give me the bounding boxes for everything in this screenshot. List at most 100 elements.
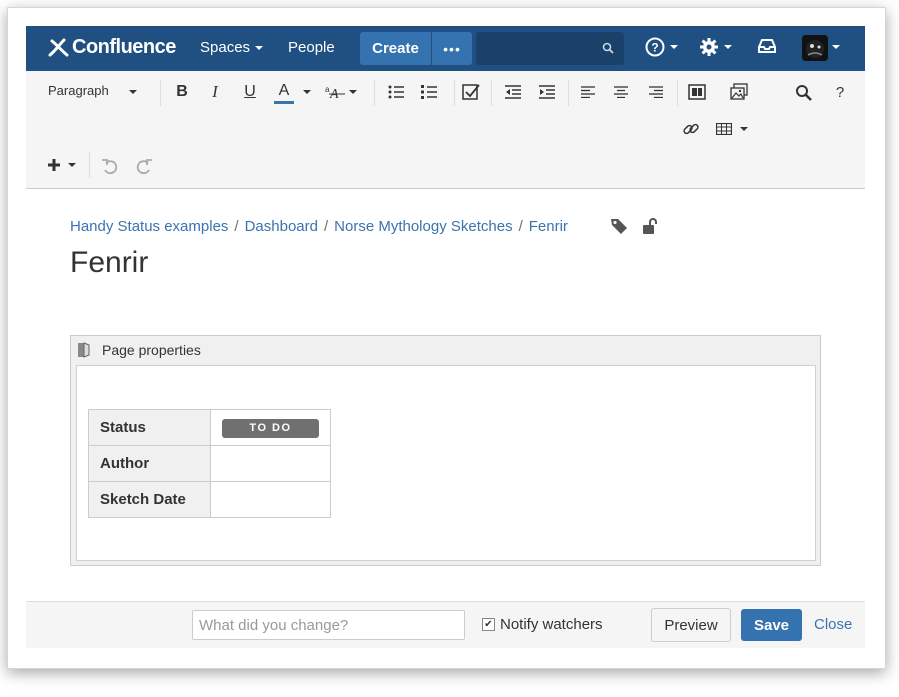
task-list-button[interactable] (460, 81, 482, 103)
search-input[interactable] (476, 32, 624, 65)
macro-body[interactable]: Status TO DO Author Sketch Date (76, 365, 816, 561)
numbered-list-icon (421, 85, 437, 99)
help-button[interactable]: ? (830, 81, 850, 103)
undo-icon (102, 159, 118, 174)
property-label[interactable]: Status (88, 409, 211, 446)
chevron-down-icon (724, 45, 732, 49)
chevron-down-icon (255, 46, 264, 51)
spaces-label: Spaces (200, 39, 251, 56)
page-meta-icons (610, 217, 658, 235)
avatar[interactable] (802, 35, 828, 61)
save-button[interactable]: Save (741, 609, 802, 641)
page-properties-macro[interactable]: Page properties Status TO DO Author Sket… (70, 335, 821, 566)
toolbar-divider (160, 80, 161, 106)
unlock-icon[interactable] (642, 217, 658, 235)
text-color-dropdown[interactable] (302, 85, 312, 99)
svg-text:?: ? (651, 41, 658, 55)
chevron-down-icon (303, 90, 311, 94)
paragraph-label: Paragraph (48, 83, 109, 98)
breadcrumb-item[interactable]: Handy Status examples (70, 218, 228, 235)
more-formatting-button[interactable]: a A (324, 81, 358, 103)
settings-menu[interactable] (699, 37, 732, 57)
macro-header: Page properties (77, 342, 201, 358)
toolbar-divider (374, 80, 375, 106)
breadcrumb-item[interactable]: Dashboard (245, 218, 318, 235)
insert-image-button[interactable] (727, 80, 751, 104)
notify-checkbox[interactable]: ✔ (482, 618, 495, 631)
image-icon (730, 83, 748, 100)
italic-button[interactable]: I (205, 81, 225, 103)
indent-icon (539, 85, 555, 99)
notify-watchers[interactable]: ✔ Notify watchers (482, 616, 603, 633)
indent-button[interactable] (536, 81, 558, 103)
breadcrumb-separator: / (518, 218, 523, 235)
insert-link-button[interactable] (680, 118, 702, 140)
workbox-button[interactable] (757, 37, 777, 55)
confluence-logo[interactable]: Confluence (48, 36, 176, 59)
property-label[interactable]: Author (88, 445, 211, 482)
user-avatar-icon (802, 35, 828, 61)
preview-button[interactable]: Preview (651, 608, 731, 642)
checkbox-icon (462, 84, 480, 100)
status-badge[interactable]: TO DO (222, 418, 319, 438)
breadcrumb: Handy Status examples / Dashboard / Norse My… (70, 218, 568, 235)
inbox-icon (758, 39, 776, 53)
people-link[interactable]: People (288, 39, 335, 56)
chevron-down-icon (670, 45, 678, 49)
change-comment-input[interactable] (192, 610, 465, 640)
toolbar-divider (568, 80, 569, 106)
property-value[interactable]: TO DO (210, 409, 331, 446)
help-menu[interactable]: ? (645, 37, 678, 57)
spaces-menu[interactable]: Spaces (200, 39, 264, 56)
user-menu-chevron[interactable] (832, 45, 840, 49)
breadcrumb-separator: / (234, 218, 239, 235)
label-tag-icon[interactable] (610, 217, 628, 235)
find-replace-button[interactable] (792, 81, 814, 103)
table-icon (716, 123, 732, 135)
insert-more-button[interactable] (44, 154, 78, 176)
numbered-list-button[interactable] (418, 81, 440, 103)
create-button[interactable]: Create (360, 32, 431, 65)
page-layout-button[interactable] (686, 81, 708, 103)
editor-toolbar: Paragraph B I U A a A ? (26, 71, 865, 189)
chevron-down-icon (128, 89, 137, 94)
close-link[interactable]: Close (814, 616, 852, 633)
undo-button[interactable] (99, 155, 121, 177)
plus-icon (47, 159, 60, 171)
align-left-button[interactable] (577, 81, 599, 103)
property-label[interactable]: Sketch Date (88, 481, 211, 518)
toolbar-divider (454, 80, 455, 106)
toolbar-divider (677, 80, 678, 106)
breadcrumb-separator: / (323, 218, 329, 235)
search-icon (795, 84, 812, 101)
page-title[interactable]: Fenrir (70, 246, 148, 280)
align-center-button[interactable] (610, 81, 632, 103)
page-properties-icon (78, 342, 90, 358)
paragraph-style-dropdown[interactable]: Paragraph (48, 83, 137, 98)
align-right-icon (649, 86, 663, 98)
underline-button[interactable]: U (240, 81, 260, 103)
text-color-button[interactable]: A (274, 80, 294, 104)
bullet-list-icon (388, 85, 404, 99)
help-icon: ? (645, 37, 665, 57)
property-value[interactable] (210, 481, 331, 518)
link-icon (683, 123, 699, 135)
chevron-down-icon (740, 127, 748, 131)
outdent-icon (505, 85, 521, 99)
properties-table: Status TO DO Author Sketch Date (88, 409, 331, 518)
outdent-button[interactable] (502, 81, 524, 103)
logo-text: Confluence (72, 36, 176, 58)
chevron-down-icon (67, 163, 76, 167)
bullet-list-button[interactable] (385, 81, 407, 103)
breadcrumb-item[interactable]: Norse Mythology Sketches (334, 218, 512, 235)
create-more-button[interactable]: ••• (432, 32, 472, 65)
toolbar-divider (491, 80, 492, 106)
align-right-button[interactable] (645, 81, 667, 103)
insert-table-button[interactable] (714, 118, 750, 140)
breadcrumb-item[interactable]: Fenrir (529, 218, 568, 235)
property-value[interactable] (210, 445, 331, 482)
chevron-down-icon (349, 90, 357, 94)
confluence-x-icon (48, 38, 69, 56)
redo-button[interactable] (133, 155, 155, 177)
bold-button[interactable]: B (172, 81, 192, 103)
